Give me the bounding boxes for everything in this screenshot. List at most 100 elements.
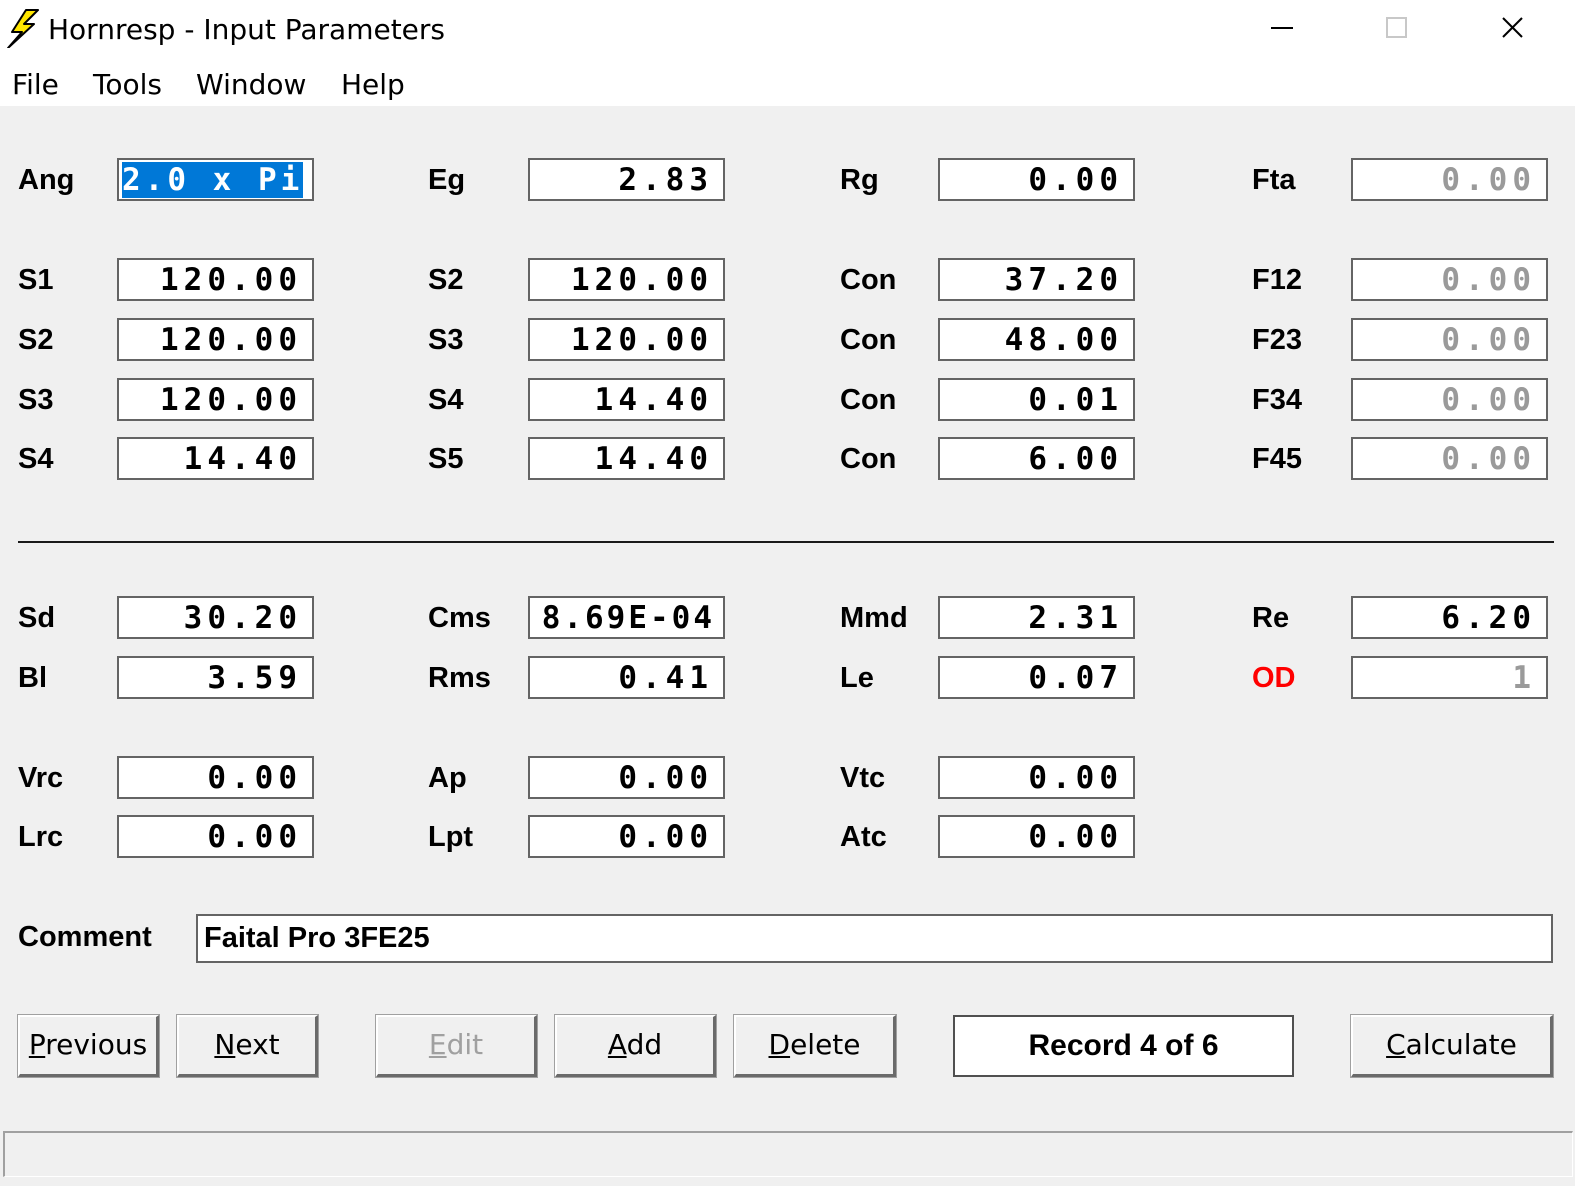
field-rms[interactable]: 0.41 [528,656,725,699]
label-eg: Eg [428,164,466,196]
field-le[interactable]: 0.07 [938,656,1135,699]
label-od[interactable]: OD [1252,662,1296,694]
field-f23: 0.00 [1351,318,1548,361]
field-ang[interactable]: 2.0 x Pi [117,158,314,201]
label-s5: S5 [428,443,464,475]
label-f23: F23 [1252,324,1302,356]
edit-mnemonic: E [428,1028,447,1061]
previous-label: revious [45,1028,148,1061]
calculate-button[interactable]: Calculate [1350,1014,1554,1078]
label-s4: S4 [428,384,464,416]
minimize-button[interactable] [1227,0,1337,58]
field-s2[interactable]: 120.00 [117,318,314,361]
field-re[interactable]: 6.20 [1351,596,1548,639]
menu-window[interactable]: Window [196,68,306,101]
field-s4[interactable]: 14.40 [117,437,314,480]
label-lpt: Lpt [428,821,474,853]
label-f12: F12 [1252,264,1302,296]
field-ap[interactable]: 0.00 [528,756,725,799]
field-f12: 0.00 [1351,258,1548,301]
menu-bar: File Tools Window Help [0,62,1575,106]
field-s1[interactable]: 120.00 [117,258,314,301]
field-eg[interactable]: 2.83 [528,158,725,201]
record-indicator: Record 4 of 6 [953,1015,1294,1077]
label-con: Con [840,384,897,416]
field-cms[interactable]: 8.69E-04 [528,596,725,639]
label-vrc: Vrc [18,762,64,794]
label-sd: Sd [18,602,56,634]
label-bl: Bl [18,662,47,694]
delete-label: elete [790,1028,861,1061]
add-label: dd [626,1028,663,1061]
edit-label: dit [446,1028,484,1061]
label-ang: Ang [18,164,75,196]
field-s2[interactable]: 120.00 [528,258,725,301]
label-con: Con [840,443,897,475]
previous-mnemonic: P [28,1028,46,1061]
label-s2: S2 [428,264,464,296]
menu-file[interactable]: File [12,68,59,101]
label-f34: F34 [1252,384,1302,416]
field-atc[interactable]: 0.00 [938,815,1135,858]
next-button[interactable]: Next [176,1014,319,1078]
menu-tools[interactable]: Tools [93,68,162,101]
field-fta: 0.00 [1351,158,1548,201]
label-mmd: Mmd [840,602,908,634]
label-s2: S2 [18,324,54,356]
label-vtc: Vtc [840,762,886,794]
label-ap: Ap [428,762,467,794]
field-ang-value: 2.0 x Pi [122,162,304,198]
label-atc: Atc [840,821,887,853]
section-divider [18,541,1554,543]
label-s3: S3 [18,384,54,416]
status-bar [3,1131,1573,1177]
field-lpt[interactable]: 0.00 [528,815,725,858]
field-con[interactable]: 37.20 [938,258,1135,301]
label-s4: S4 [18,443,54,475]
field-s3[interactable]: 120.00 [528,318,725,361]
close-icon [1502,17,1523,38]
label-con: Con [840,324,897,356]
field-vrc[interactable]: 0.00 [117,756,314,799]
label-lrc: Lrc [18,821,64,853]
label-fta: Fta [1252,164,1296,196]
field-sd[interactable]: 30.20 [117,596,314,639]
menu-help[interactable]: Help [341,68,405,101]
delete-button[interactable]: Delete [733,1014,897,1078]
maximize-button[interactable] [1342,0,1452,58]
label-f45: F45 [1252,443,1302,475]
previous-button[interactable]: Previous [17,1014,160,1078]
label-le: Le [840,662,874,694]
label-con: Con [840,264,897,296]
label-rg: Rg [840,164,879,196]
label-rms: Rms [428,662,491,694]
label-comment: Comment [18,921,152,953]
calculate-label: alculate [1405,1028,1517,1061]
calculate-mnemonic: C [1386,1028,1406,1061]
label-cms: Cms [428,602,491,634]
edit-button[interactable]: Edit [375,1014,538,1078]
field-s5[interactable]: 14.40 [528,437,725,480]
field-od: 1 [1351,656,1548,699]
field-rg[interactable]: 0.00 [938,158,1135,201]
lightning-bolt-icon [7,9,39,48]
comment-input[interactable]: Faital Pro 3FE25 [196,914,1553,963]
next-mnemonic: N [214,1028,236,1061]
field-s4[interactable]: 14.40 [528,378,725,421]
next-label: ext [235,1028,280,1061]
close-button[interactable] [1458,0,1568,58]
title-bar: Hornresp - Input Parameters [0,0,1575,62]
field-lrc[interactable]: 0.00 [117,815,314,858]
field-con[interactable]: 6.00 [938,437,1135,480]
field-con[interactable]: 48.00 [938,318,1135,361]
field-s3[interactable]: 120.00 [117,378,314,421]
field-bl[interactable]: 3.59 [117,656,314,699]
field-con[interactable]: 0.01 [938,378,1135,421]
label-s3: S3 [428,324,464,356]
window-title: Hornresp - Input Parameters [48,13,446,46]
add-mnemonic: A [607,1028,627,1061]
label-re: Re [1252,602,1290,634]
field-mmd[interactable]: 2.31 [938,596,1135,639]
add-button[interactable]: Add [554,1014,717,1078]
field-vtc[interactable]: 0.00 [938,756,1135,799]
